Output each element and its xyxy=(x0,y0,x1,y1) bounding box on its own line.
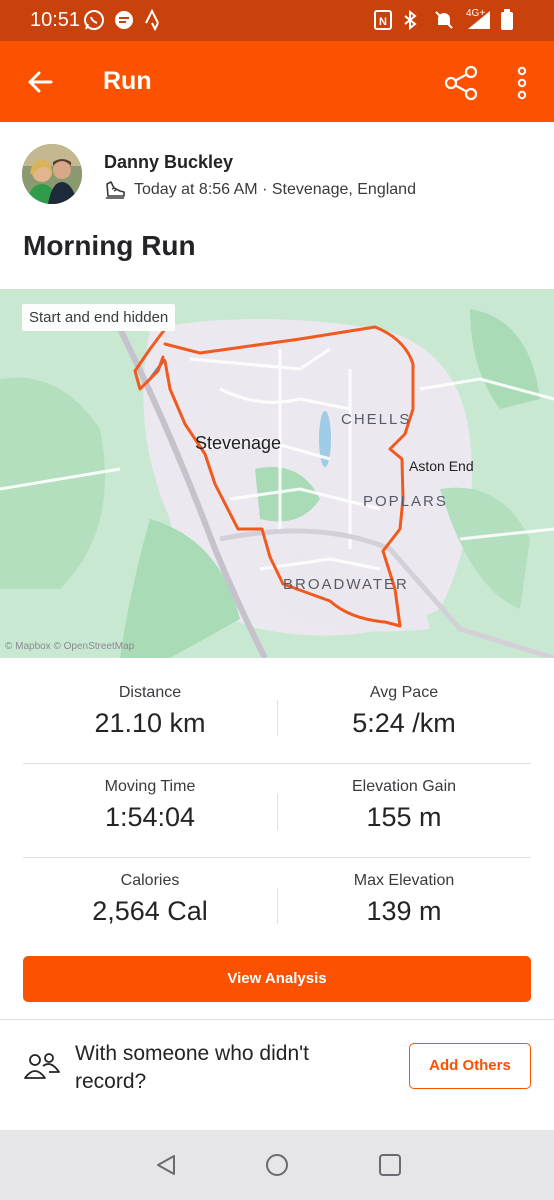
whatsapp-icon xyxy=(84,10,104,30)
stat-distance: Distance 21.10 km xyxy=(23,684,277,739)
stat-value: 139 m xyxy=(366,896,442,926)
avatar[interactable] xyxy=(22,144,82,204)
map-label-aston-end: Aston End xyxy=(409,458,474,474)
activity-title: Morning Run xyxy=(23,230,196,261)
stat-moving-time: Moving Time 1:54:04 xyxy=(23,778,277,833)
stat-label: Elevation Gain xyxy=(351,778,457,795)
signal-icon xyxy=(468,11,490,29)
athlete-name[interactable]: Danny Buckley xyxy=(104,152,233,173)
system-nav-bar xyxy=(0,1130,554,1200)
battery-icon xyxy=(501,9,513,30)
activity-date-location: Today at 8:56 AM · Stevenage, England xyxy=(134,181,416,198)
more-icon[interactable] xyxy=(514,66,530,100)
stat-value: 1:54:04 xyxy=(104,802,196,832)
add-others-prompt: With someone who didn't record? xyxy=(75,1042,309,1093)
status-time: 10:51 xyxy=(30,9,81,31)
stat-value: 5:24 /km xyxy=(352,708,456,738)
stat-value: 155 m xyxy=(366,802,442,832)
back-triangle-icon[interactable] xyxy=(154,1153,178,1177)
page-title: Run xyxy=(103,67,152,95)
share-icon[interactable] xyxy=(443,65,479,101)
mute-icon xyxy=(435,11,453,29)
stats-row: Calories 2,564 Cal Max Elevation 139 m xyxy=(23,858,531,952)
stat-label: Max Elevation xyxy=(353,872,455,889)
stat-label: Distance xyxy=(118,684,182,701)
status-bar: 10:51 N 4G+ xyxy=(0,0,554,41)
map-label-broadwater: BROADWATER xyxy=(283,576,409,593)
view-analysis-button[interactable]: View Analysis xyxy=(23,956,531,1002)
recents-square-icon[interactable] xyxy=(378,1153,402,1177)
stats-row: Distance 21.10 km Avg Pace 5:24 /km xyxy=(23,670,531,764)
add-others-button[interactable]: Add Others xyxy=(409,1043,531,1089)
route-map[interactable]: Start and end hidden Stevenage CHELLS As… xyxy=(0,289,554,658)
stat-label: Moving Time xyxy=(104,778,196,795)
chat-icon xyxy=(115,11,133,29)
top-app-bar: Run xyxy=(0,41,554,122)
back-arrow-icon[interactable] xyxy=(26,68,54,96)
shoe-icon xyxy=(106,181,125,199)
add-others-section: With someone who didn't record? Add Othe… xyxy=(0,1020,554,1112)
map-label-stevenage: Stevenage xyxy=(195,433,282,453)
home-circle-icon[interactable] xyxy=(265,1153,289,1177)
stat-label: Avg Pace xyxy=(369,684,439,701)
stat-calories: Calories 2,564 Cal xyxy=(23,872,277,927)
stat-max-elevation: Max Elevation 139 m xyxy=(277,872,531,927)
stat-elevation-gain: Elevation Gain 155 m xyxy=(277,778,531,833)
map-label-poplars: POPLARS xyxy=(363,493,448,510)
start-end-hidden-badge: Start and end hidden xyxy=(22,304,176,331)
svg-text:N: N xyxy=(379,16,387,28)
stat-value: 21.10 km xyxy=(94,708,206,738)
map-attribution: © Mapbox © OpenStreetMap xyxy=(5,641,135,652)
stat-label: Calories xyxy=(120,872,180,889)
stat-value: 2,564 Cal xyxy=(92,896,208,926)
activity-meta: Today at 8:56 AM · Stevenage, England xyxy=(104,180,416,200)
bluetooth-icon xyxy=(404,9,417,31)
stats-grid: Distance 21.10 km Avg Pace 5:24 /km Movi… xyxy=(23,670,531,952)
group-icon xyxy=(24,1053,60,1079)
strava-icon xyxy=(145,9,159,31)
map-label-chells: CHELLS xyxy=(341,411,412,428)
stats-row: Moving Time 1:54:04 Elevation Gain 155 m xyxy=(23,764,531,858)
nfc-icon: N xyxy=(374,10,392,30)
stat-avg-pace: Avg Pace 5:24 /km xyxy=(277,684,531,739)
